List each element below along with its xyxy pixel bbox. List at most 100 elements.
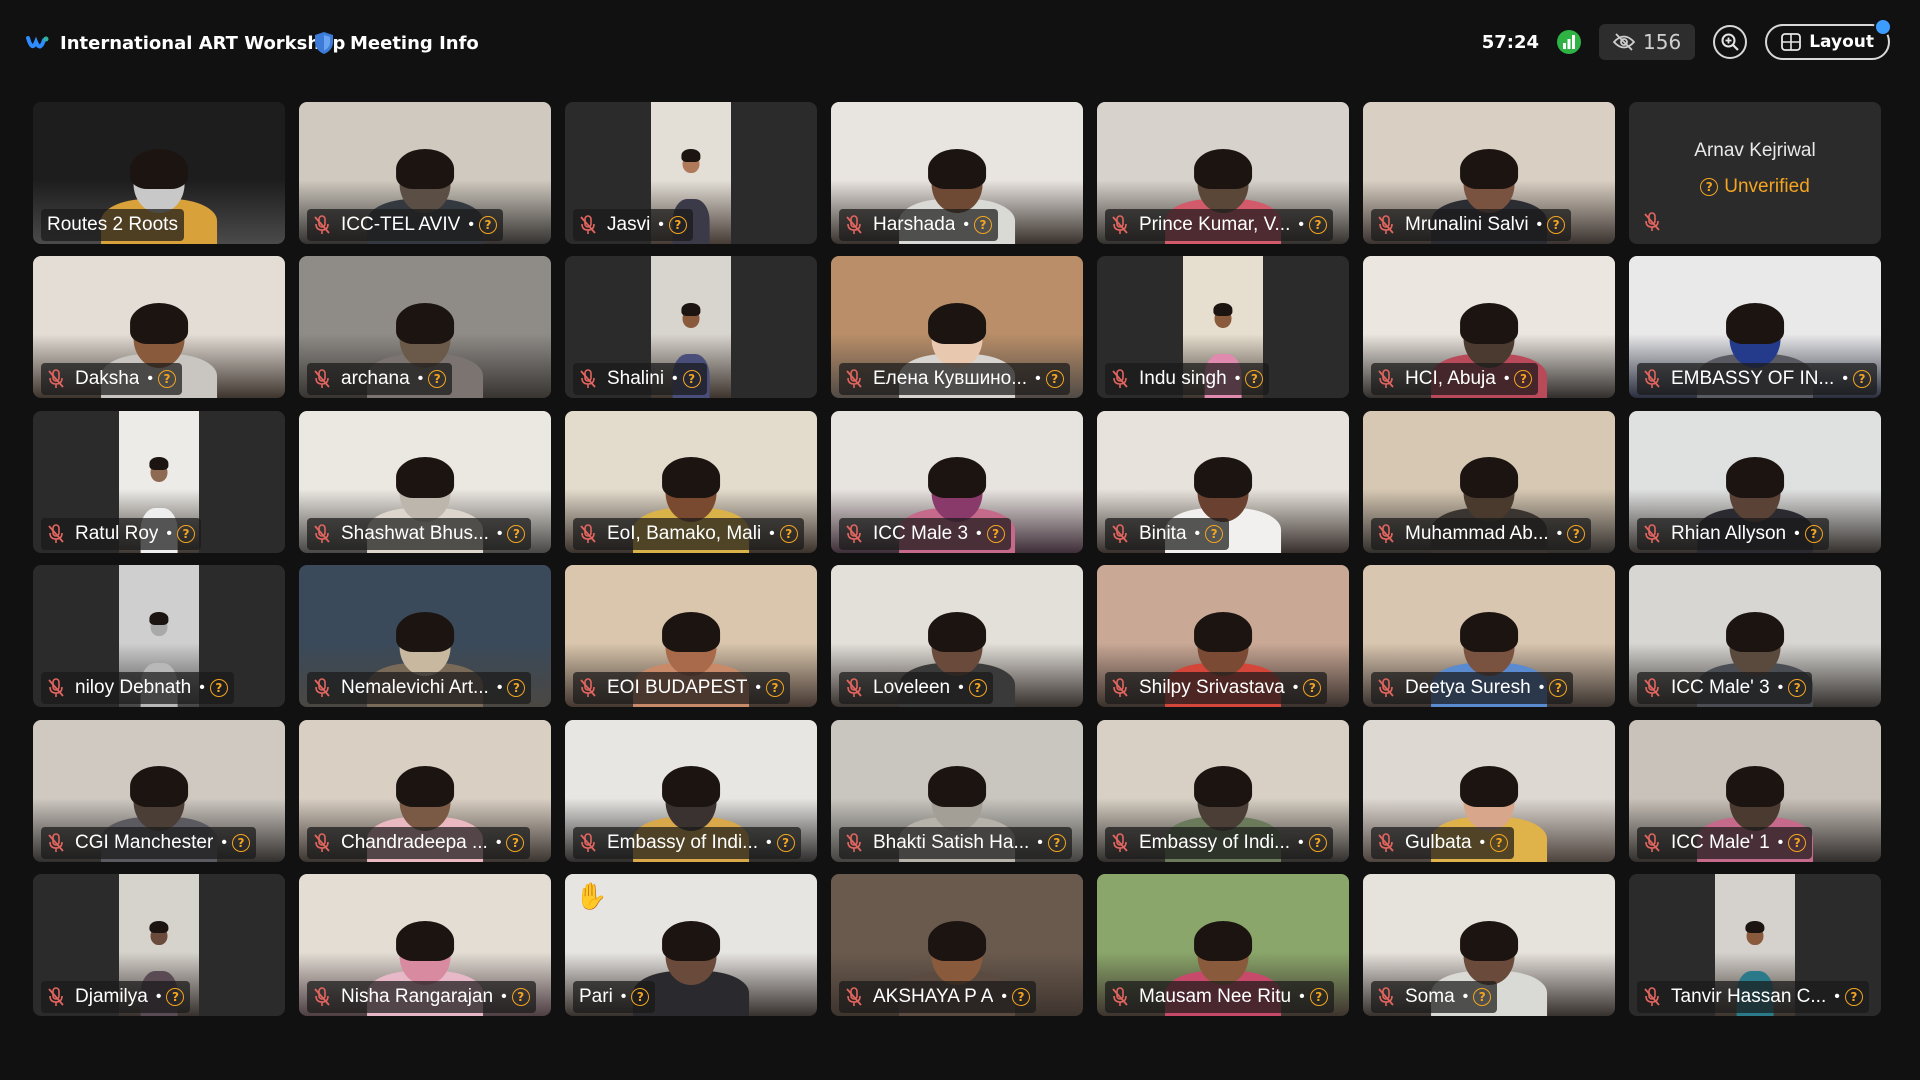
separator-dot: • <box>1777 679 1784 697</box>
participant-tile[interactable]: Routes 2 Roots <box>33 102 285 244</box>
webex-logo-icon <box>26 35 49 48</box>
participant-tile[interactable]: ICC Male 3 •? <box>831 410 1083 553</box>
participant-nametag: ICC Male' 3 •? <box>1637 672 1813 705</box>
participant-name: Chandradeepa ... <box>341 831 488 853</box>
separator-dot: • <box>1298 216 1304 233</box>
participant-name: Shalini <box>607 368 665 390</box>
participant-name: Bhakti Satish Ha... <box>873 831 1030 853</box>
participant-tile[interactable]: EMBASSY OF IN... •? <box>1629 256 1881 399</box>
participant-nametag: Loveleen •? <box>839 672 993 705</box>
mic-muted-icon <box>48 832 64 852</box>
separator-dot: • <box>1503 370 1510 388</box>
participant-tile[interactable]: Nemalevichi Art... •? <box>299 565 551 708</box>
unverified-icon: ? <box>507 679 526 698</box>
participant-tile[interactable]: ICC Male' 1 •? <box>1629 719 1881 862</box>
mic-muted-icon <box>1644 987 1660 1006</box>
participant-tile[interactable]: Harshada •? <box>831 102 1083 244</box>
separator-dot: • <box>1556 524 1563 542</box>
participant-name: Arnav Kejriwal <box>1694 140 1816 161</box>
unverified-icon: ? <box>1788 679 1807 698</box>
participant-tile[interactable]: niloy Debnath •? <box>33 565 285 708</box>
participant-name: Indu singh <box>1139 368 1227 390</box>
meeting-info-button[interactable]: Meeting Info <box>314 31 479 55</box>
unverified-icon: ? <box>506 833 525 852</box>
mic-muted-icon <box>1644 212 1660 231</box>
participant-tile[interactable]: Gulbata •? <box>1363 719 1615 862</box>
participant-tile[interactable]: Soma •? <box>1363 873 1615 1016</box>
participant-tile[interactable]: Arnav Kejriwal ? Unverified <box>1629 102 1881 244</box>
participant-name: Soma <box>1405 985 1455 1007</box>
participant-tile[interactable]: Shilpy Srivastava •? <box>1097 565 1349 708</box>
mic-muted-icon <box>48 987 64 1006</box>
unverified-status: ? Unverified <box>1629 176 1881 198</box>
participant-tile[interactable]: Елена Кувшино... •? <box>831 256 1083 399</box>
mic-muted-icon <box>1644 678 1660 698</box>
participant-nametag: Binita •? <box>1105 517 1230 550</box>
participant-tile[interactable]: Bhakti Satish Ha... •? <box>831 719 1083 862</box>
participant-tile[interactable]: CGI Manchester •? <box>33 719 285 862</box>
separator-dot: • <box>755 679 762 697</box>
participant-tile[interactable]: Tanvir Hassan C... •? <box>1629 873 1881 1016</box>
mic-muted-icon <box>1112 832 1128 852</box>
participant-tile[interactable]: Shalini •? <box>565 256 817 399</box>
participant-tile[interactable]: Prince Kumar, V... •? <box>1097 102 1349 244</box>
participant-name: Deetya Suresh <box>1405 677 1531 699</box>
participant-nametag: ICC Male 3 •? <box>839 517 1011 550</box>
participant-nametag: Prince Kumar, V... •? <box>1105 209 1333 241</box>
participant-nametag: Daksha •? <box>41 363 183 396</box>
participant-tile[interactable]: Muhammad Ab... •? <box>1363 410 1615 553</box>
participant-tile[interactable]: Indu singh •? <box>1097 256 1349 399</box>
mic-muted-icon <box>1112 215 1128 234</box>
mic-muted-icon <box>1112 987 1128 1006</box>
participant-tile[interactable]: Mausam Nee Ritu •? <box>1097 873 1349 1016</box>
participant-tile[interactable]: ICC-TEL AVIV •? <box>299 102 551 244</box>
participant-name: Rhian Allyson <box>1671 522 1787 544</box>
participant-tile[interactable]: Loveleen •? <box>831 565 1083 708</box>
mic-muted-icon <box>1112 523 1128 543</box>
participant-tile[interactable]: ICC Male' 3 •? <box>1629 565 1881 708</box>
mic-muted-icon <box>580 678 596 698</box>
participant-name: archana <box>341 368 410 390</box>
mic-muted-icon <box>1378 678 1394 698</box>
separator-dot: • <box>1794 524 1800 542</box>
participant-tile[interactable]: Daksha •? <box>33 256 285 399</box>
participant-tile[interactable]: Embassy of Indi... •? <box>1097 719 1349 862</box>
participant-tile[interactable]: Mrunalini Salvi •? <box>1363 102 1615 244</box>
participant-tile[interactable]: ✋ Pari •? <box>565 873 817 1016</box>
separator-dot: • <box>166 524 173 542</box>
mic-muted-icon <box>1378 832 1394 852</box>
participant-tile[interactable]: HCI, Abuja •? <box>1363 256 1615 399</box>
participant-name: Ratul Roy <box>75 522 159 544</box>
participant-tile[interactable]: Shashwat Bhus... •? <box>299 410 551 553</box>
zoom-button[interactable] <box>1713 25 1748 59</box>
participant-name: HCI, Abuja <box>1405 368 1496 390</box>
participant-tile[interactable]: archana •? <box>299 256 551 399</box>
participant-tile[interactable]: Rhian Allyson •? <box>1629 410 1881 553</box>
layout-button[interactable]: Layout <box>1765 18 1892 60</box>
unverified-icon: ? <box>968 679 987 698</box>
participant-nametag: EMBASSY OF IN... •? <box>1637 363 1877 396</box>
participant-tile[interactable]: EoI, Bamako, Mali •? <box>565 410 817 553</box>
participant-tile[interactable]: AKSHAYA P A •? <box>831 873 1083 1016</box>
participant-tile[interactable]: Djamilya •? <box>33 873 285 1016</box>
participant-tile[interactable]: Jasvi •? <box>565 102 817 244</box>
hidden-participants-button[interactable]: 156 <box>1599 24 1696 60</box>
participant-tile[interactable]: EOI BUDAPEST •? <box>565 565 817 708</box>
separator-dot: • <box>417 370 424 388</box>
participant-tile[interactable]: Binita •? <box>1097 410 1349 553</box>
participant-tile[interactable]: Deetya Suresh •? <box>1363 565 1615 708</box>
participant-tile[interactable]: Chandradeepa ... •? <box>299 719 551 862</box>
separator-dot: • <box>1538 679 1545 697</box>
unverified-icon: ? <box>478 216 497 234</box>
participant-nametag: Tanvir Hassan C... •? <box>1637 980 1869 1013</box>
participant-nametag: archana •? <box>307 363 453 396</box>
participant-tile[interactable]: Nisha Rangarajan •? <box>299 873 551 1016</box>
unverified-icon: ? <box>776 833 795 852</box>
participant-tile[interactable]: Embassy of Indi... •? <box>565 719 817 862</box>
participant-tile[interactable]: Ratul Roy •? <box>33 410 285 553</box>
eye-slash-icon <box>1613 33 1636 51</box>
participant-name: Nemalevichi Art... <box>341 677 489 699</box>
mic-muted-icon <box>48 523 64 543</box>
participant-nametag: Harshada •? <box>839 209 998 241</box>
network-signal-icon[interactable] <box>1557 30 1582 54</box>
